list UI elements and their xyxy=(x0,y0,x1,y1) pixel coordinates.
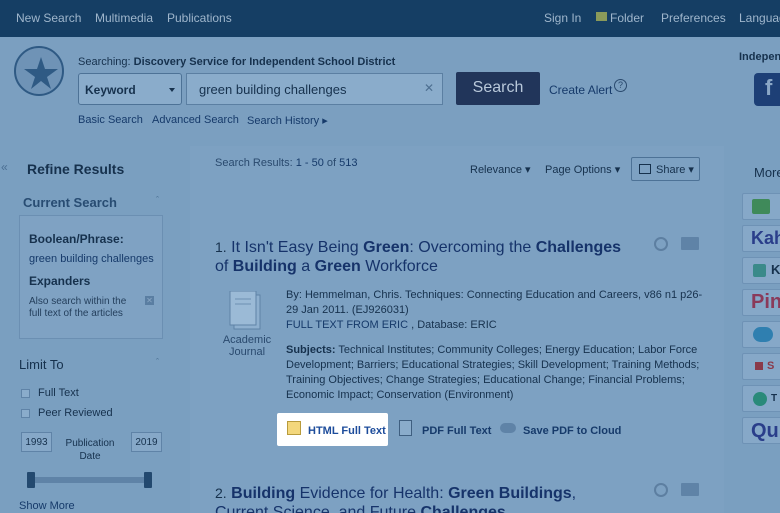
top-navigation-bar: New Search Multimedia Publications Sign … xyxy=(0,0,780,37)
pinterest-tile[interactable]: Pin xyxy=(742,289,780,316)
share-button[interactable]: Share ▾ xyxy=(631,157,700,181)
quizlet-tile[interactable]: Qu xyxy=(742,417,780,444)
facebook-icon[interactable]: f xyxy=(754,73,780,106)
add-to-folder-icon[interactable] xyxy=(681,483,699,496)
save-pdf-to-cloud-link[interactable]: Save PDF to Cloud xyxy=(523,425,621,437)
result-subjects: Subjects: Technical Institutes; Communit… xyxy=(286,344,700,401)
independent-label: Indepen xyxy=(739,51,780,63)
tool-tile[interactable]: S xyxy=(742,353,780,380)
searching-label: Searching: Discovery Service for Indepen… xyxy=(78,56,396,68)
pdf-full-text-link[interactable]: PDF Full Text xyxy=(422,425,491,437)
date-slider-handle-start[interactable] xyxy=(27,472,35,488)
chevron-up-icon[interactable]: ˆ xyxy=(156,357,159,367)
result-title[interactable]: 1. It Isn't Easy Being Green: Overcoming… xyxy=(215,238,635,276)
relevance-sort-dropdown[interactable]: Relevance ▾ xyxy=(470,163,531,176)
page-options-dropdown[interactable]: Page Options ▾ xyxy=(545,163,620,176)
publication-date-label: Publication Date xyxy=(65,438,115,462)
current-search-heading[interactable]: Current Search xyxy=(23,195,117,210)
html-document-icon xyxy=(287,421,301,435)
search-history-link[interactable]: Search History ▸ xyxy=(247,114,328,127)
tool-tile[interactable]: K xyxy=(742,257,780,284)
chevron-up-icon[interactable]: ˆ xyxy=(156,195,159,205)
nav-publications[interactable]: Publications xyxy=(167,11,232,25)
year-to-input[interactable]: 2019 xyxy=(131,432,162,452)
date-slider-track[interactable] xyxy=(30,477,152,483)
nav-sign-in[interactable]: Sign In xyxy=(544,11,581,25)
boolean-phrase-value[interactable]: green building challenges xyxy=(29,253,154,265)
limit-to-heading[interactable]: Limit To xyxy=(19,357,64,372)
add-to-folder-icon[interactable] xyxy=(681,237,699,250)
result-title[interactable]: 2. Building Evidence for Health: Green B… xyxy=(215,484,635,513)
folder-icon xyxy=(596,12,607,21)
date-slider-handle-end[interactable] xyxy=(144,472,152,488)
result-byline: By: Hemmelman, Chris. Techniques: Connec… xyxy=(286,289,703,331)
search-button[interactable]: Search xyxy=(456,72,540,105)
pdf-icon xyxy=(399,420,412,436)
preview-magnifier-icon[interactable] xyxy=(654,483,668,497)
create-alert-link[interactable]: Create Alert xyxy=(549,83,612,97)
search-input[interactable]: green building challenges ✕ xyxy=(186,73,443,105)
cloud-icon xyxy=(500,423,516,433)
nav-languages[interactable]: Languag xyxy=(739,11,780,25)
google-classroom-tile[interactable] xyxy=(742,193,780,220)
full-text-from-eric-link[interactable]: FULL TEXT FROM ERIC xyxy=(286,319,408,331)
remove-expander-icon[interactable]: ✕ xyxy=(145,296,154,305)
nav-new-search[interactable]: New Search xyxy=(16,11,81,25)
more-heading: More xyxy=(754,165,780,180)
results-count: Search Results: 1 - 50 of 513 xyxy=(215,157,358,169)
collapse-sidebar-icon[interactable]: « xyxy=(1,160,8,174)
basic-search-link[interactable]: Basic Search xyxy=(78,114,143,126)
expanders-value: Also search within the full text of the … xyxy=(29,296,127,319)
preview-magnifier-icon[interactable] xyxy=(654,237,668,251)
publication-type-label: Academic Journal xyxy=(222,334,272,358)
peer-reviewed-checkbox[interactable] xyxy=(21,409,30,418)
nav-folder[interactable]: Folder xyxy=(610,11,644,25)
boolean-phrase-label: Boolean/Phrase: xyxy=(29,232,124,246)
peer-reviewed-label[interactable]: Peer Reviewed xyxy=(38,407,113,419)
full-text-checkbox[interactable] xyxy=(21,389,30,398)
academic-journal-icon xyxy=(229,291,261,330)
district-logo xyxy=(14,46,64,96)
search-query-text: green building challenges xyxy=(199,82,347,97)
html-full-text-link[interactable]: HTML Full Text xyxy=(277,413,388,446)
advanced-search-link[interactable]: Advanced Search xyxy=(152,114,239,126)
share-icon xyxy=(639,164,651,174)
clear-icon[interactable]: ✕ xyxy=(424,81,434,95)
chat-tile[interactable] xyxy=(742,321,780,348)
search-field-select[interactable]: Keyword xyxy=(78,73,182,105)
help-icon[interactable]: ? xyxy=(614,79,627,92)
year-from-input[interactable]: 1993 xyxy=(21,432,52,452)
kahoot-tile[interactable]: Kah xyxy=(742,225,780,252)
tool-tile[interactable]: T xyxy=(742,385,780,412)
full-text-label[interactable]: Full Text xyxy=(38,387,79,399)
expanders-label: Expanders xyxy=(29,274,91,288)
nav-preferences[interactable]: Preferences xyxy=(661,11,726,25)
refine-results-title: Refine Results xyxy=(27,161,125,177)
chevron-down-icon xyxy=(169,88,175,92)
show-more-link[interactable]: Show More xyxy=(19,500,75,512)
nav-multimedia[interactable]: Multimedia xyxy=(95,11,153,25)
